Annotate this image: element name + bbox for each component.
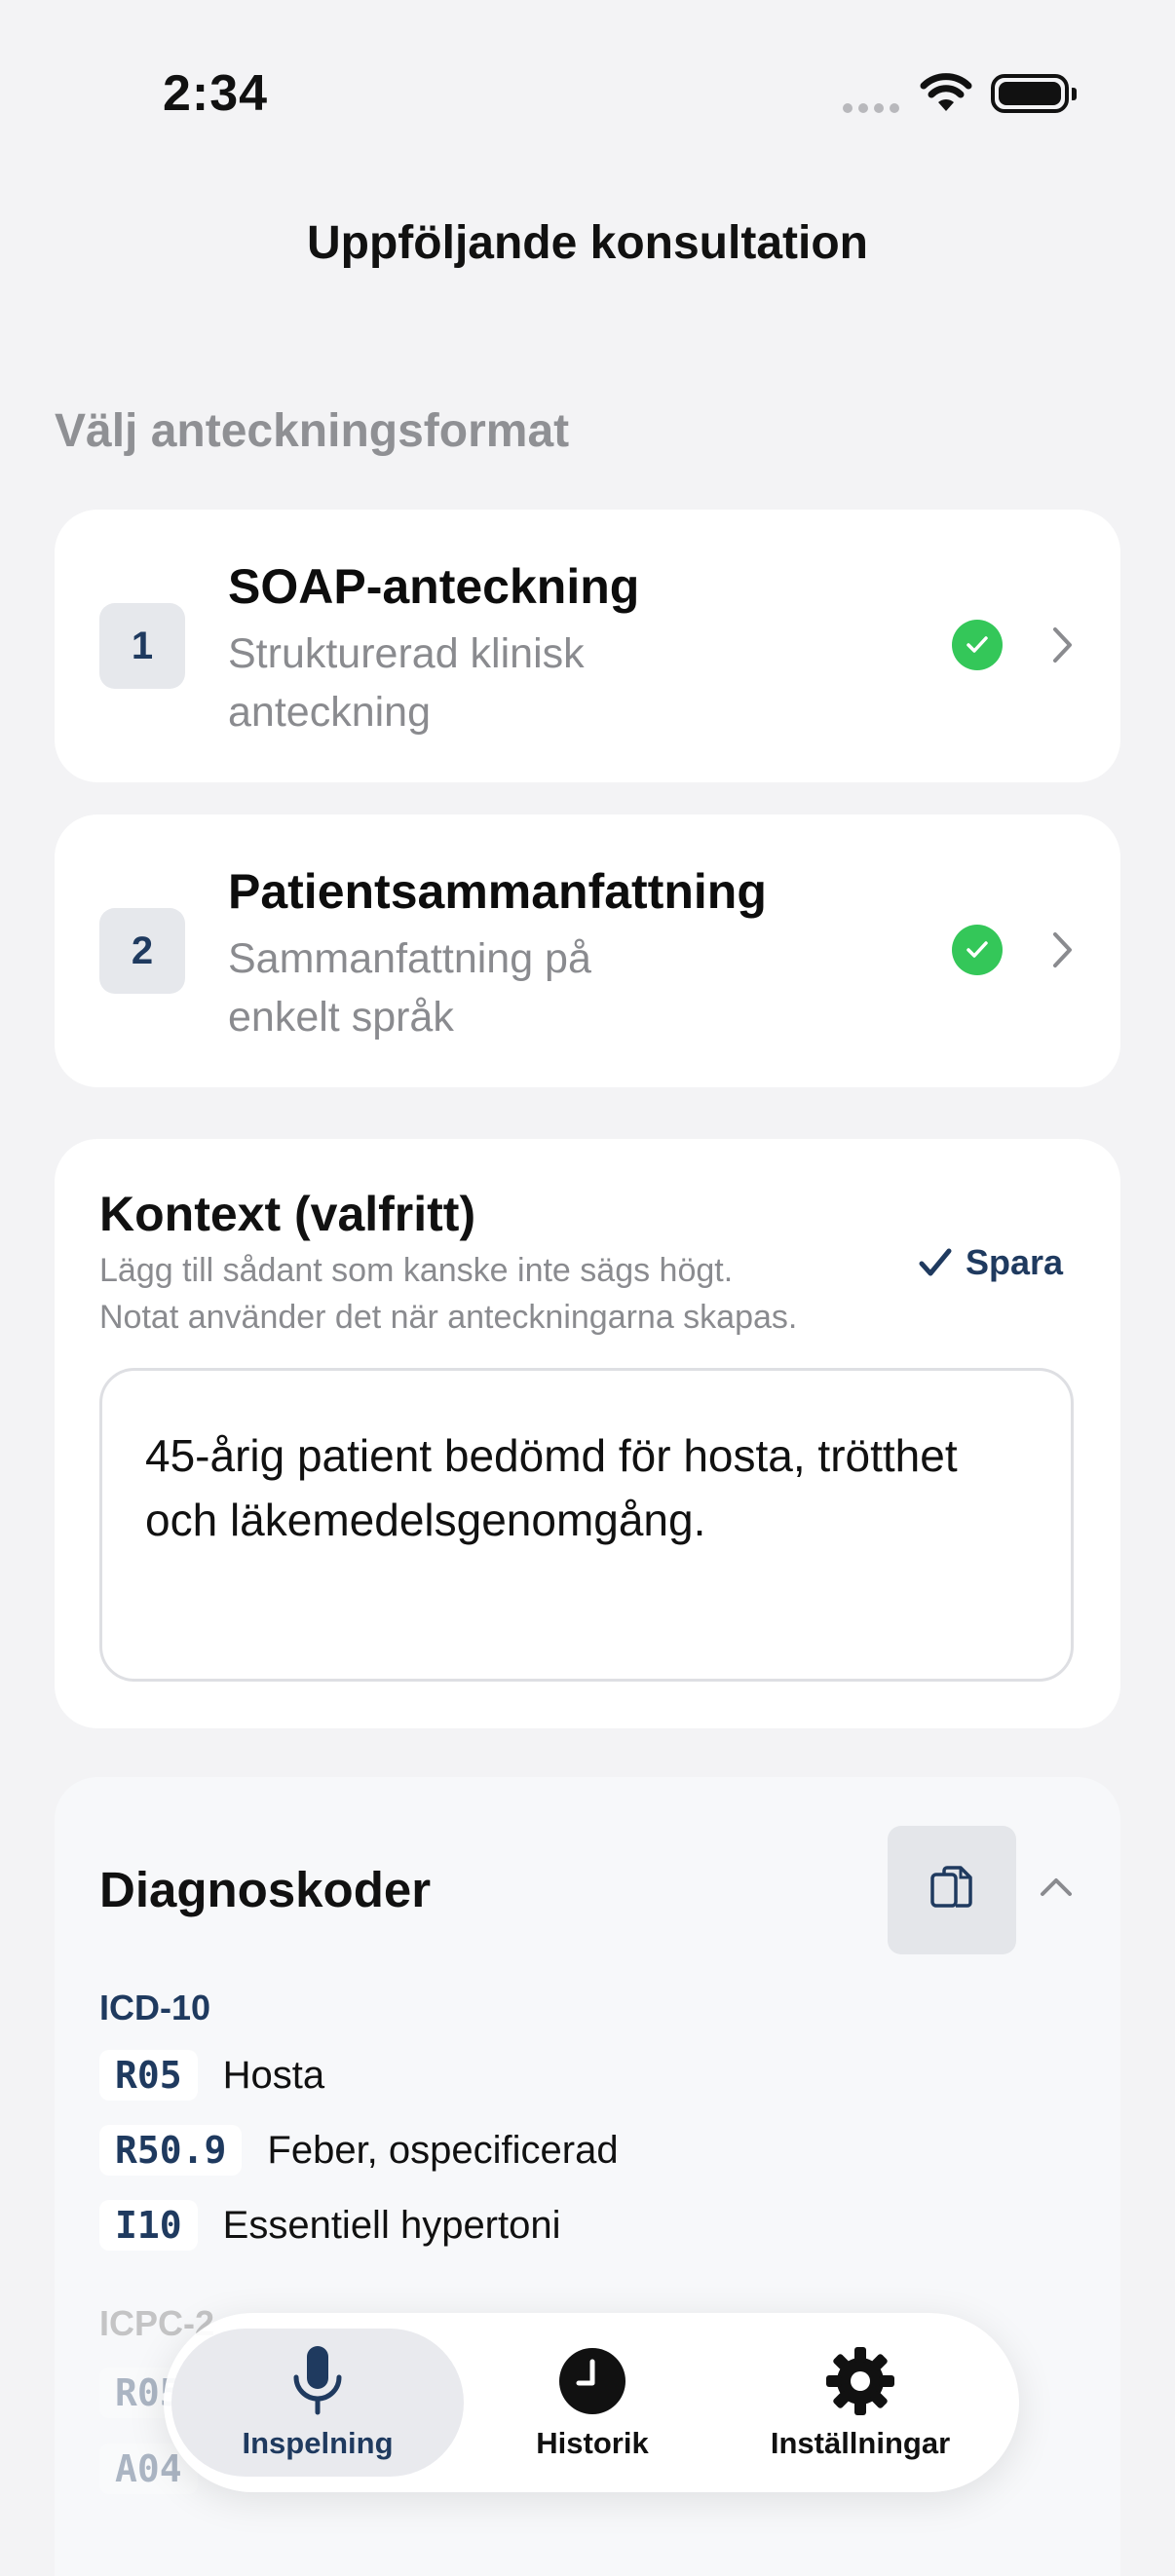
format-subtitle: Strukturerad klinisk anteckning	[228, 630, 585, 736]
microphone-icon	[293, 2346, 342, 2415]
diagnosis-description: Hosta	[222, 2053, 325, 2097]
tab-label: Inspelning	[242, 2426, 394, 2460]
tab-label: Historik	[536, 2426, 649, 2460]
format-title: SOAP-anteckning	[228, 559, 640, 614]
chevron-right-icon	[1053, 932, 1072, 967]
status-time: 2:34	[163, 65, 269, 122]
format-title: Patientsammanfattning	[228, 864, 767, 919]
format-subtitle: Sammanfattning på enkelt språk	[228, 935, 591, 1041]
tab-history[interactable]: Historik	[485, 2313, 700, 2492]
format-number-badge: 2	[99, 908, 185, 994]
context-title: Kontext (valfritt)	[99, 1187, 476, 1241]
wifi-icon	[920, 73, 972, 111]
tab-recording[interactable]: Inspelning	[171, 2329, 464, 2477]
copy-button[interactable]	[888, 1826, 1016, 1954]
diagnosis-description: Essentiell hypertoni	[222, 2203, 561, 2247]
diagnosis-description: Feber, ospecificerad	[267, 2128, 619, 2172]
context-card: Kontext (valfritt) Lägg till sådant som …	[55, 1139, 1120, 1728]
tab-bar: Inspelning Historik Inställningar	[164, 2313, 1019, 2492]
diagnosis-code-row[interactable]: R50.9 Feber, ospecificerad	[99, 2125, 619, 2176]
diagnosis-code-row[interactable]: R05 Hosta	[99, 2050, 324, 2101]
format-option-patient-summary[interactable]: 2 Patientsammanfattning Sammanfattning p…	[55, 814, 1120, 1087]
save-button[interactable]: Spara	[919, 1242, 1063, 1283]
gear-icon	[826, 2347, 894, 2415]
checkmark-circle-icon	[952, 620, 1003, 670]
context-text-field[interactable]: 45-årig patient bedömd för hosta, trötth…	[99, 1368, 1074, 1682]
tab-label: Inställningar	[770, 2426, 951, 2460]
tab-settings[interactable]: Inställningar	[739, 2313, 982, 2492]
icd10-label: ICD-10	[99, 1988, 211, 2027]
chevron-up-icon[interactable]	[1039, 1875, 1074, 1898]
chevron-right-icon	[1053, 627, 1072, 663]
checkmark-icon	[919, 1248, 952, 1276]
diagnosis-title: Diagnoskoder	[99, 1862, 432, 1917]
diagnosis-code: R50.9	[99, 2125, 243, 2176]
page-title: Uppföljande konsultation	[307, 217, 868, 269]
battery-icon	[991, 74, 1077, 113]
format-option-soap[interactable]: 1 SOAP-anteckning Strukturerad klinisk a…	[55, 510, 1120, 782]
save-label: Spara	[966, 1242, 1064, 1282]
context-description-line: Notat använder det när anteckningarna sk…	[99, 1299, 798, 1336]
clock-icon	[559, 2348, 625, 2414]
diagnosis-code: I10	[99, 2200, 198, 2251]
context-description-line: Lägg till sådant som kanske inte sägs hö…	[99, 1252, 734, 1289]
diagnosis-code: R05	[99, 2050, 198, 2101]
copy-icon	[930, 1866, 972, 1908]
signal-dots-icon	[843, 103, 899, 113]
diagnosis-code-row[interactable]: I10 Essentiell hypertoni	[99, 2200, 561, 2251]
checkmark-circle-icon	[952, 925, 1003, 975]
format-number-badge: 1	[99, 603, 185, 689]
format-section-label: Välj anteckningsformat	[55, 405, 570, 457]
context-description: Lägg till sådant som kanske inte sägs hö…	[99, 1247, 797, 1341]
